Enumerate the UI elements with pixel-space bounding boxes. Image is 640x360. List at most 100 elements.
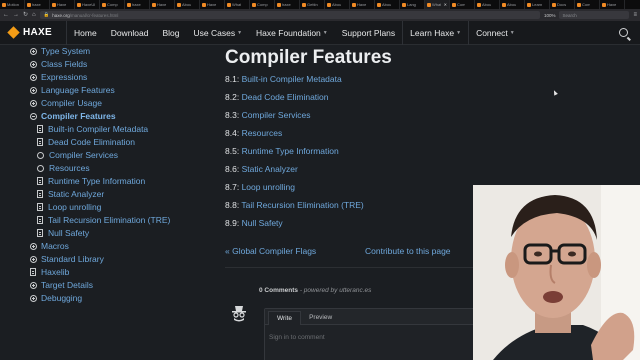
- toc-row: 8.4: Resources: [225, 128, 282, 138]
- anonymous-avatar-icon: [232, 306, 246, 322]
- browser-tab[interactable]: Abou: [375, 0, 400, 9]
- browser-tab[interactable]: Abou: [175, 0, 200, 9]
- browser-tab[interactable]: haxe: [25, 0, 50, 9]
- browser-tab[interactable]: What: [225, 0, 250, 9]
- nav-haxe-foundation[interactable]: Haxe Foundation ▼: [249, 21, 335, 45]
- nav-download[interactable]: Download: [104, 21, 156, 45]
- browser-tab[interactable]: Haxe: [50, 0, 75, 9]
- nav-blog[interactable]: Blog: [156, 21, 187, 45]
- sidebar-subitem-label: Tail Recursion Elimination (TRE): [48, 215, 171, 225]
- reload-icon[interactable]: ↻: [23, 9, 28, 21]
- browser-tab[interactable]: Haxe: [200, 0, 225, 9]
- contribute-link[interactable]: Contribute to this page: [365, 246, 451, 256]
- browser-tab[interactable]: Abou: [325, 0, 350, 9]
- browser-tab[interactable]: Haxe: [150, 0, 175, 9]
- sidebar-subitem-runtime-type-information[interactable]: Runtime Type Information: [37, 176, 145, 186]
- sidebar-item-haxelib[interactable]: Haxelib: [30, 267, 69, 277]
- sidebar-subitem-static-analyzer[interactable]: Static Analyzer: [37, 189, 104, 199]
- nav-home[interactable]: Home: [67, 21, 104, 45]
- sidebar-subitem-tail-recursion-elimination[interactable]: Tail Recursion Elimination (TRE): [37, 215, 170, 225]
- haxe-logo-icon: [7, 26, 20, 39]
- favicon-icon: [2, 2, 6, 7]
- browser-tab[interactable]: Motion: [0, 0, 25, 9]
- expand-plus-icon: [30, 281, 37, 289]
- toc-number: 8.2:: [225, 92, 240, 102]
- sidebar-item-macros[interactable]: Macros: [30, 241, 69, 251]
- toc-link[interactable]: Resources: [242, 128, 283, 138]
- browser-tab[interactable]: Com: [575, 0, 600, 9]
- toc-link[interactable]: Static Analyzer: [242, 164, 298, 174]
- favicon-icon: [252, 2, 256, 7]
- favicon-icon: [52, 2, 56, 7]
- comments-powered-by[interactable]: - powered by utteranc.es: [298, 287, 372, 294]
- forward-icon[interactable]: →: [13, 9, 19, 21]
- browser-tab[interactable]: Abou: [475, 0, 500, 9]
- sidebar-subitem-loop-unrolling[interactable]: Loop unrolling: [37, 202, 101, 212]
- chevron-down-icon: ▼: [509, 29, 515, 36]
- sidebar-item-label: Macros: [41, 241, 69, 251]
- sidebar-subitem-dead-code-elimination[interactable]: Dead Code Elimination: [37, 137, 135, 147]
- back-icon[interactable]: ←: [3, 9, 9, 21]
- browser-tab[interactable]: Comp: [100, 0, 125, 9]
- toc-link[interactable]: Dead Code Elimination: [242, 92, 329, 102]
- sidebar-subitem-resources[interactable]: Resources: [37, 163, 90, 173]
- search-icon[interactable]: [619, 28, 628, 37]
- sidebar-item-target-details[interactable]: Target Details: [30, 280, 93, 290]
- nav-use-cases[interactable]: Use Cases ▼: [187, 21, 250, 45]
- sidebar-item-standard-library[interactable]: Standard Library: [30, 254, 104, 264]
- nav-learn-haxe[interactable]: Learn Haxe ▼: [403, 21, 468, 45]
- browser-tab[interactable]: Learn: [525, 0, 550, 9]
- favicon-icon: [102, 2, 106, 7]
- home-icon[interactable]: ⌂: [32, 9, 36, 21]
- sidebar-subitem-label: Loop unrolling: [48, 202, 102, 212]
- browser-tab[interactable]: Comp: [250, 0, 275, 9]
- sidebar-subitem-null-safety[interactable]: Null Safety: [37, 228, 89, 238]
- toc-link[interactable]: Null Safety: [242, 218, 283, 228]
- address-bar[interactable]: 🔒 haxe.org/manual/cr-features.html: [39, 11, 540, 19]
- toc-link[interactable]: Tail Recursion Elimination (TRE): [241, 200, 363, 210]
- nav-support-plans[interactable]: Support Plans: [335, 21, 402, 45]
- sidebar-item-compiler-usage[interactable]: Compiler Usage: [30, 98, 102, 108]
- sidebar-item-debugging[interactable]: Debugging: [30, 293, 82, 303]
- close-tab-icon[interactable]: ✕: [444, 2, 447, 7]
- comment-tabs: Write Preview: [265, 309, 478, 325]
- browser-tab[interactable]: Com: [450, 0, 475, 9]
- tab-label: Gettin: [307, 2, 318, 7]
- tab-label: Abou: [332, 2, 342, 7]
- favicon-icon: [227, 2, 231, 7]
- sidebar-item-class-fields[interactable]: Class Fields: [30, 59, 87, 69]
- browser-tab[interactable]: Lang: [400, 0, 425, 9]
- sidebar-subitem-compiler-services[interactable]: Compiler Services: [37, 150, 118, 160]
- toc-link[interactable]: Compiler Services: [242, 110, 311, 120]
- toc-link[interactable]: Runtime Type Information: [242, 146, 339, 156]
- comment-input[interactable]: Sign in to comment: [265, 325, 478, 341]
- browser-tab[interactable]: haxe: [275, 0, 300, 9]
- browser-tab[interactable]: Gettin: [300, 0, 325, 9]
- browser-tab[interactable]: haxe: [125, 0, 150, 9]
- browser-tab[interactable]: Docs: [550, 0, 575, 9]
- menu-icon[interactable]: ≡: [633, 9, 637, 21]
- tab-preview[interactable]: Preview: [301, 311, 340, 324]
- sidebar-item-language-features[interactable]: Language Features: [30, 85, 115, 95]
- browser-search-input[interactable]: Search: [559, 11, 630, 19]
- sidebar-subitem-built-in-compiler-metadata[interactable]: Built-in Compiler Metadata: [37, 124, 148, 134]
- browser-tab[interactable]: HaxeUI: [75, 0, 100, 9]
- toc-link[interactable]: Loop unrolling: [242, 182, 295, 192]
- prev-page-link[interactable]: « Global Compiler Flags: [225, 246, 316, 256]
- tab-label: What: [232, 2, 242, 7]
- browser-tab[interactable]: Abou: [500, 0, 525, 9]
- browser-tab[interactable]: Haxe: [350, 0, 375, 9]
- sidebar-item-type-system[interactable]: Type System: [30, 46, 90, 56]
- favicon-icon: [327, 2, 331, 7]
- haxe-logo[interactable]: HAXE: [0, 26, 66, 39]
- nav-connect[interactable]: Connect ▼: [469, 21, 522, 45]
- sidebar-item-compiler-features[interactable]: Compiler Features: [30, 111, 116, 121]
- browser-tab-active[interactable]: What ✕: [425, 0, 450, 9]
- sidebar-item-expressions[interactable]: Expressions: [30, 72, 87, 82]
- zoom-level[interactable]: 100%: [544, 13, 556, 18]
- tab-label: Haxe: [357, 2, 367, 7]
- tab-write[interactable]: Write: [268, 311, 302, 325]
- toc-link[interactable]: Built-in Compiler Metadata: [242, 74, 342, 84]
- browser-tab[interactable]: Haxe: [600, 0, 625, 9]
- nav-label: Learn Haxe: [410, 27, 455, 38]
